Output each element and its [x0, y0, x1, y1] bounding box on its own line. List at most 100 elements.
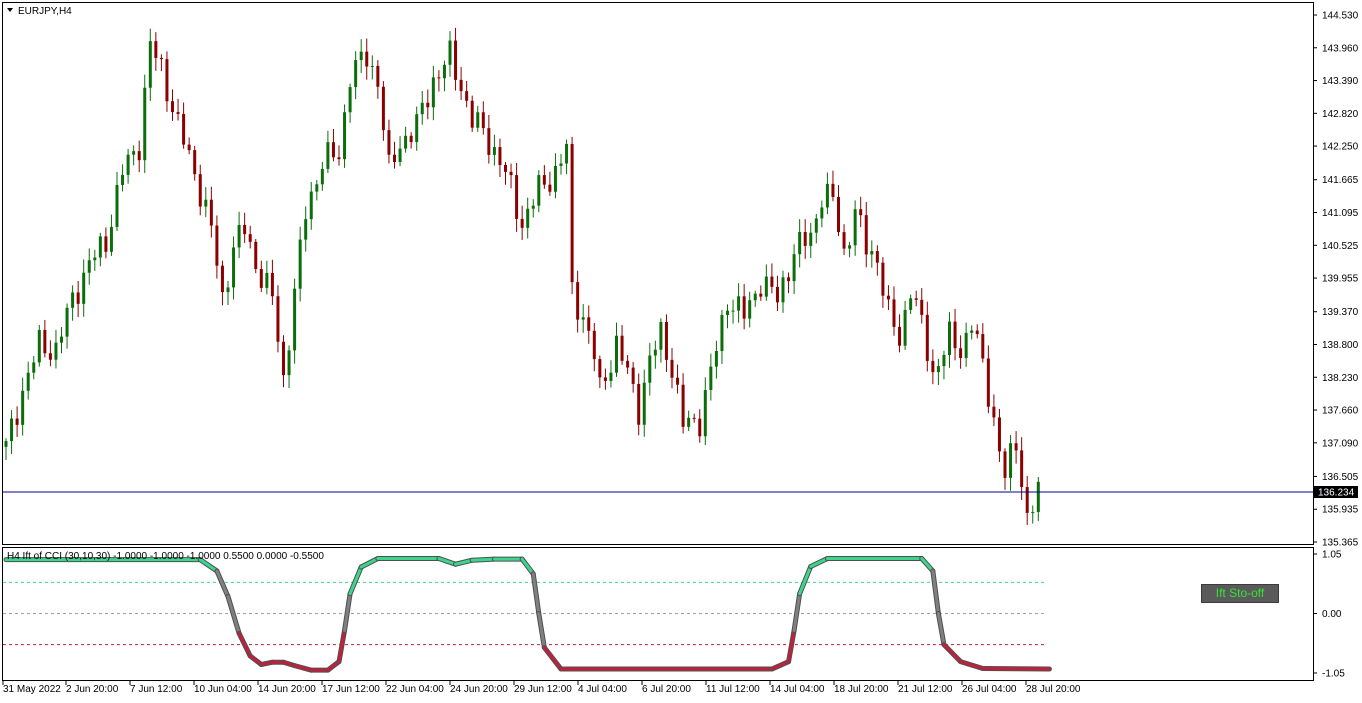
candle-body — [997, 417, 1001, 452]
candle-body — [948, 321, 951, 355]
candle-body — [748, 300, 752, 319]
candle-body — [326, 142, 330, 169]
candle-body — [515, 175, 519, 219]
candle-body — [492, 147, 496, 155]
candle-body — [653, 349, 657, 356]
price-tick-label: 139.955 — [1322, 274, 1359, 285]
candle-body — [709, 366, 713, 390]
candle-body — [415, 114, 419, 143]
candle-body — [531, 205, 535, 209]
ift-segment — [470, 557, 496, 562]
candle-body — [404, 135, 408, 149]
candle-body — [520, 218, 524, 228]
candle-body — [387, 130, 391, 155]
current-price-tag: 136.234 — [1314, 486, 1358, 499]
price-tick-label: 141.665 — [1322, 175, 1359, 186]
candle-body — [309, 191, 313, 220]
candle-body — [115, 184, 119, 227]
candle-body — [592, 330, 596, 360]
indicator-tick-label: -1.05 — [1322, 669, 1345, 680]
candle-body — [1025, 487, 1029, 513]
indicator-tick-label: 0.00 — [1322, 609, 1342, 620]
candle-body — [825, 183, 829, 208]
time-tick-label: 28 Jul 20:00 — [1026, 684, 1081, 695]
candle-body — [1031, 512, 1035, 514]
candle-body — [143, 87, 147, 161]
candle-body — [65, 307, 69, 337]
candle-body — [637, 383, 641, 425]
candle-body — [559, 163, 563, 166]
candle-body — [1020, 450, 1024, 488]
candle-body — [731, 310, 735, 312]
price-tick-label: 144.530 — [1322, 11, 1359, 22]
candle-body — [936, 366, 940, 373]
price-axis: 144.530 143.960 143.390 142.820 142.250 141.6… — [1313, 11, 1359, 549]
candle-body — [809, 232, 813, 246]
candle-body — [137, 151, 141, 161]
candle-body — [359, 51, 363, 61]
candle-body — [848, 245, 852, 249]
time-tick-label: 26 Jul 04:00 — [962, 684, 1017, 695]
candle-body — [981, 334, 985, 359]
candle-body — [975, 330, 979, 335]
candle-body — [853, 209, 857, 246]
candle-body — [642, 382, 646, 425]
bear-candle — [570, 136, 574, 295]
candle-body — [365, 51, 369, 67]
candle-body — [10, 418, 14, 442]
time-tick-label: 14 Jul 04:00 — [770, 684, 825, 695]
candle-body — [331, 142, 335, 158]
time-tick-label: 2 Jun 20:00 — [66, 684, 119, 695]
candle-body — [1003, 451, 1007, 478]
price-tick-label: 138.800 — [1322, 340, 1359, 351]
candle-body — [226, 287, 230, 293]
time-tick-label: 7 Jun 12:00 — [130, 684, 183, 695]
candle-body — [87, 260, 91, 273]
candle-body — [393, 154, 396, 163]
candle-body — [931, 360, 935, 373]
candle-body — [398, 148, 402, 163]
candle-body — [54, 342, 58, 360]
candle-body — [659, 321, 663, 350]
candle-body — [4, 441, 8, 447]
price-tick-label: 140.525 — [1322, 241, 1359, 252]
candle-body — [581, 317, 585, 320]
candle-body — [1009, 443, 1013, 478]
candle-body — [98, 236, 102, 258]
price-tick-label: 136.505 — [1322, 472, 1359, 483]
candle-body — [381, 86, 385, 131]
candle-body — [276, 296, 280, 342]
candle-body — [26, 372, 30, 391]
candle-body — [298, 239, 302, 289]
current-price-value: 136.234 — [1318, 488, 1355, 499]
candle-body — [964, 332, 968, 358]
ift-sto-toggle-button[interactable]: Ift Sto-off — [1201, 584, 1279, 603]
price-tick-label: 139.370 — [1322, 307, 1359, 318]
candle-body — [842, 232, 846, 249]
candle-body — [553, 165, 557, 192]
candle-body — [548, 184, 552, 192]
candle-body — [370, 65, 374, 67]
candle-body — [171, 101, 174, 113]
chart-canvas[interactable]: 144.530 143.960 143.390 142.820 142.250 141.6… — [0, 0, 1362, 700]
price-pane-frame — [2, 2, 1314, 545]
candle-body — [542, 175, 546, 185]
candle-body — [148, 41, 152, 88]
candle-body — [676, 377, 680, 385]
price-tick-label: 142.820 — [1322, 109, 1359, 120]
candle-body — [198, 174, 202, 207]
candle-body — [814, 218, 818, 233]
candle-body — [620, 335, 624, 361]
indicator-label: H4 Ift of CCI (30,10,30) -1.0000 -1.0000… — [7, 551, 324, 562]
candle-body — [681, 384, 685, 427]
bull-candle — [343, 104, 347, 168]
time-tick-label: 10 Jun 04:00 — [194, 684, 252, 695]
candle-body — [687, 417, 691, 427]
candle-body — [243, 224, 247, 235]
price-tick-label: 137.090 — [1322, 438, 1359, 449]
candle-body — [43, 329, 47, 354]
candle-body — [753, 293, 757, 301]
candle-body — [875, 251, 879, 263]
candle-body — [986, 358, 990, 407]
chart-window: 144.530 143.960 143.390 142.820 142.250 141.6… — [0, 0, 1362, 700]
